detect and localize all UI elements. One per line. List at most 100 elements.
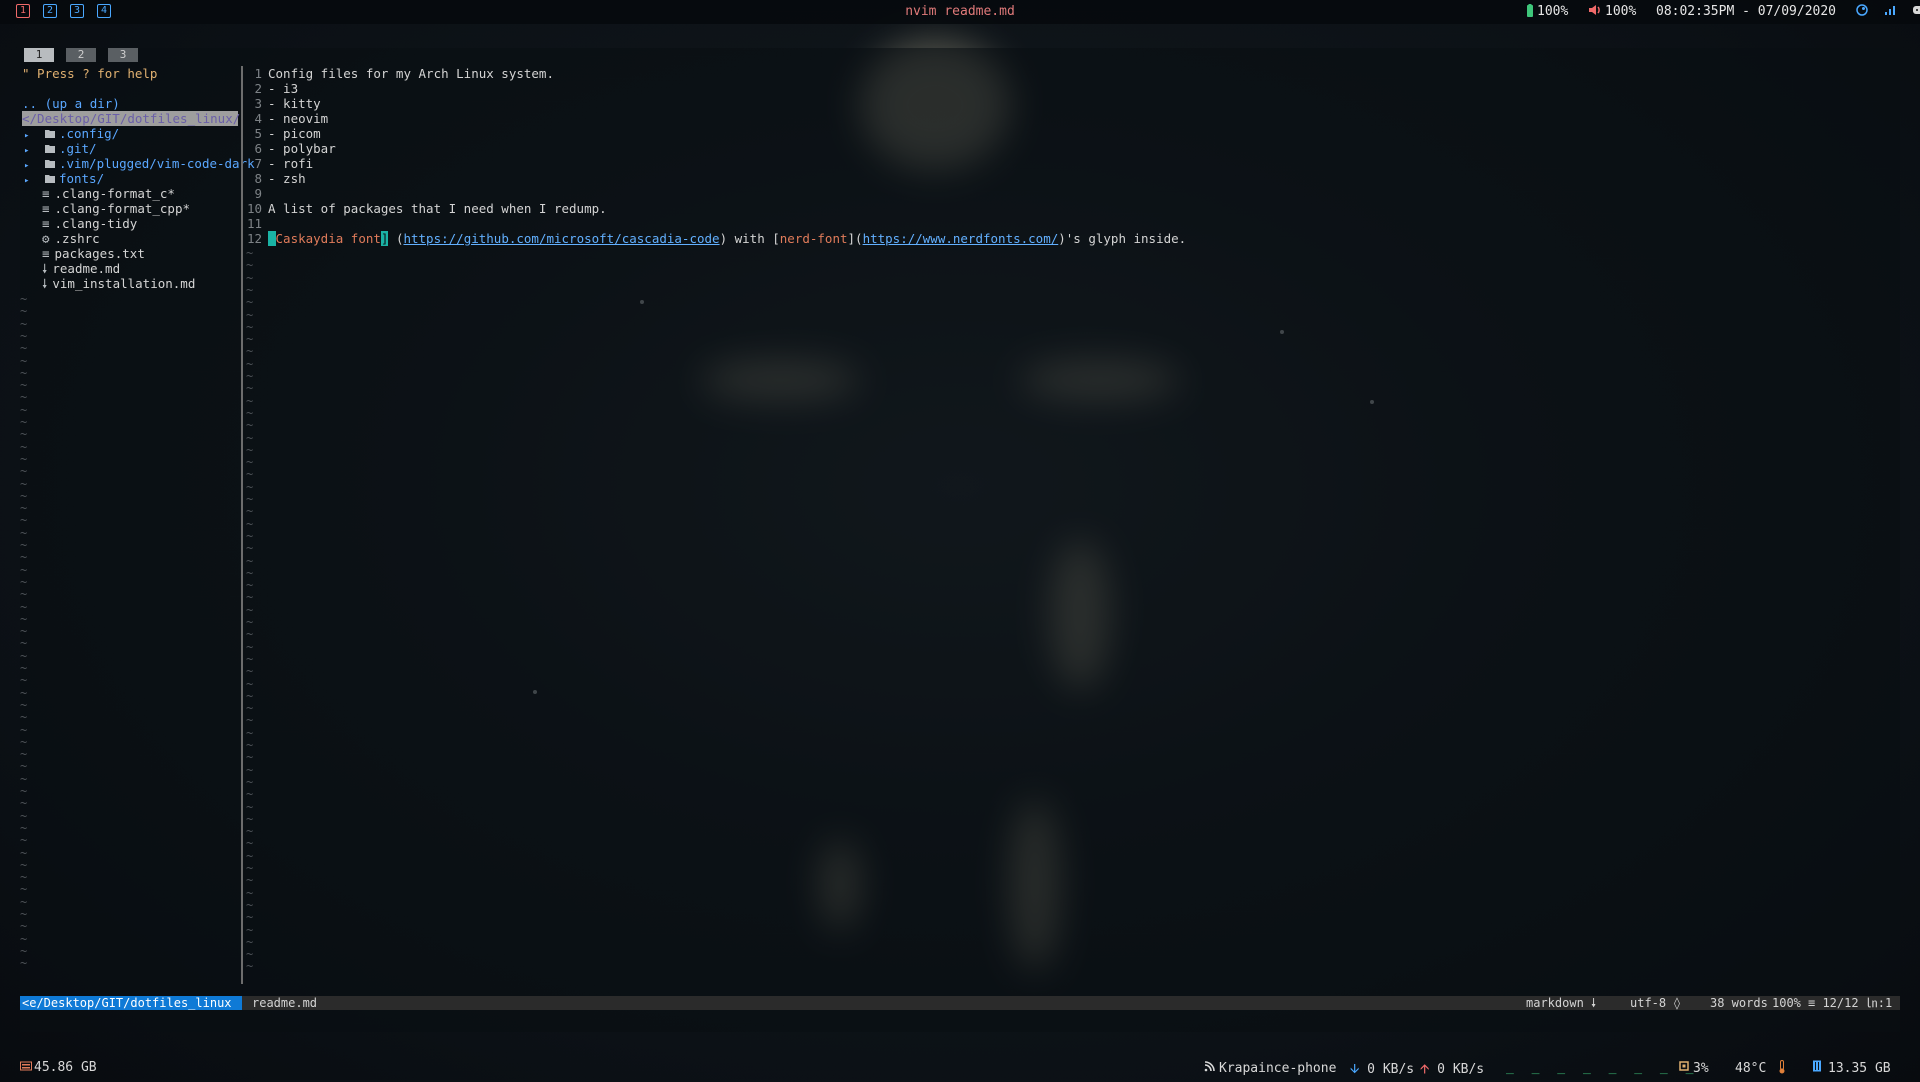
status-position: ≡ 12/12 ㏑:1: [1808, 996, 1892, 1010]
line-number: 7: [246, 156, 262, 171]
md-paren: ](: [848, 231, 863, 246]
line-text: - kitty: [268, 96, 321, 111]
memory-indicator: 13.35 GB: [1812, 1060, 1891, 1076]
tree-entry-name: fonts/: [59, 171, 104, 186]
wifi-icon: [1204, 1060, 1216, 1072]
tree-file-clang-tidy[interactable]: ≡.clang-tidy: [42, 216, 137, 231]
tree-dir-fonts[interactable]: ▸ fonts/: [24, 171, 104, 186]
md-paren: ): [720, 231, 728, 246]
line-text: A list of packages that I need when I re…: [268, 201, 607, 216]
wifi-indicator[interactable]: Krapaince-phone: [1204, 1060, 1336, 1076]
tab-1[interactable]: 1: [24, 48, 54, 62]
tree-entry-name: .clang-format_c*: [55, 186, 175, 201]
tree-entry-name: .git/: [59, 141, 97, 156]
tree-current-path[interactable]: </Desktop/GIT/dotfiles_linux/: [22, 111, 238, 126]
line-number: 12: [246, 231, 262, 246]
editor-line: 8 - zsh: [246, 171, 306, 186]
tree-file-vim-installation[interactable]: 🠗 vim_installation.md: [42, 276, 195, 291]
line-number: 1: [246, 66, 262, 81]
editor-line: 4- neovim: [246, 111, 328, 126]
terminal-window[interactable]: 1 2 3 " Press ? for help .. (up a dir) <…: [20, 48, 1900, 1032]
line-number: 8: [246, 171, 262, 186]
status-position-text: 12/12 ㏑:1: [1822, 996, 1892, 1010]
editor-line: 6 - polybar: [246, 141, 336, 156]
md-link-text: Caskaydia font: [276, 231, 381, 246]
tree-file-clang-format-c[interactable]: ≡.clang-format_c*: [42, 186, 175, 201]
tree-help-text: " Press ? for help: [22, 66, 157, 81]
signal-icon[interactable]: [1884, 4, 1896, 16]
editor-line: 2 - i3: [246, 81, 298, 96]
tree-dir-config[interactable]: ▸ .config/: [24, 126, 119, 141]
tree-entry-name: vim_installation.md: [52, 276, 195, 291]
tree-file-clang-format-cpp[interactable]: ≡.clang-format_cpp*: [42, 201, 190, 216]
line-number: 11: [246, 216, 262, 231]
line-text: - polybar: [268, 141, 336, 156]
split-divider[interactable]: [241, 66, 243, 984]
markdown-icon: 🠗: [42, 261, 47, 276]
status-path: <e/Desktop/GIT/dotfiles_linux: [20, 996, 242, 1010]
file-tree: " Press ? for help .. (up a dir) </Deskt…: [20, 66, 240, 984]
md-link-text: nerd-font: [780, 231, 848, 246]
volume-indicator[interactable]: 100%: [1588, 4, 1636, 19]
line-number: 2: [246, 81, 262, 96]
editor-line: 11: [246, 216, 268, 231]
editor-line: 9: [246, 186, 268, 201]
editor-line: 10A list of packages that I need when I …: [246, 201, 607, 216]
markdown-icon: 🠗: [42, 276, 47, 291]
steam-icon[interactable]: [1856, 4, 1868, 16]
speaker-icon: [1588, 4, 1602, 16]
tree-file-packages[interactable]: ≡packages.txt: [42, 246, 145, 261]
tree-entry-name: .clang-tidy: [55, 216, 138, 231]
chevron-right-icon: ▸: [24, 131, 29, 141]
line-text: - rofi: [268, 156, 313, 171]
tab-2[interactable]: 2: [66, 48, 96, 62]
disk-indicator: 45.86 GB: [20, 1060, 97, 1075]
md-paren: (: [388, 231, 403, 246]
line-number: 5: [246, 126, 262, 141]
file-lines-icon: ≡: [42, 201, 50, 216]
line-text: - picom: [268, 126, 321, 141]
line-text: - zsh: [268, 171, 306, 186]
tray-icons: [1856, 4, 1920, 20]
wifi-name: Krapaince-phone: [1219, 1061, 1336, 1076]
cpu-icon: [1678, 1060, 1690, 1072]
empty-line-marker: ~: [20, 956, 27, 970]
tree-dir-git[interactable]: ▸ .git/: [24, 141, 97, 156]
line-text: - i3: [268, 81, 298, 96]
tree-file-readme[interactable]: 🠗readme.md: [42, 261, 120, 276]
hdd-icon: [20, 1061, 32, 1071]
status-filetype-text: markdown: [1526, 996, 1584, 1010]
tab-3[interactable]: 3: [108, 48, 138, 62]
arrow-up-icon: 🡩: [1420, 1062, 1429, 1077]
temp-indicator: 48°C: [1735, 1060, 1786, 1076]
status-filename: readme.md: [252, 996, 317, 1010]
tree-entry-name: .config/: [59, 126, 119, 141]
discord-icon[interactable]: [1912, 4, 1920, 16]
editor-pane[interactable]: 1Config files for my Arch Linux system. …: [246, 66, 1896, 984]
status-encoding-text: utf-8: [1630, 996, 1666, 1010]
chevron-right-icon: ▸: [24, 176, 29, 186]
line-number: 6: [246, 141, 262, 156]
disk-value: 45.86 GB: [34, 1060, 97, 1075]
editor-line: 1 Config files for my Arch Linux system.: [246, 66, 554, 81]
tree-dir-vim-plugged[interactable]: ▸ .vim/plugged/vim-code-dark: [24, 156, 255, 171]
line-text: Config files for my Arch Linux system.: [268, 66, 554, 81]
folder-icon: [45, 144, 55, 153]
md-link-url[interactable]: https://www.nerdfonts.com/: [863, 231, 1059, 246]
gear-icon: ⚙: [42, 231, 50, 246]
status-percent: 100%: [1772, 996, 1801, 1010]
md-link-url[interactable]: https://github.com/microsoft/cascadia-co…: [403, 231, 719, 246]
line-text: - neovim: [268, 111, 328, 126]
tree-file-zshrc[interactable]: ⚙.zshrc: [42, 231, 100, 246]
memory-value: 13.35 GB: [1828, 1061, 1891, 1076]
chevron-right-icon: ▸: [24, 146, 29, 156]
editor-line: 5 - picom: [246, 126, 321, 141]
tree-up-dir[interactable]: .. (up a dir): [22, 96, 120, 111]
memory-icon: [1812, 1060, 1822, 1072]
status-line: <e/Desktop/GIT/dotfiles_linux readme.md …: [20, 996, 1900, 1010]
upload-value: 0 KB/s: [1437, 1062, 1484, 1077]
cursor: [: [268, 231, 276, 246]
cpu-indicator: 3%: [1678, 1060, 1709, 1076]
line-number: 3: [246, 96, 262, 111]
arrow-down-icon: 🡫: [1350, 1062, 1359, 1077]
